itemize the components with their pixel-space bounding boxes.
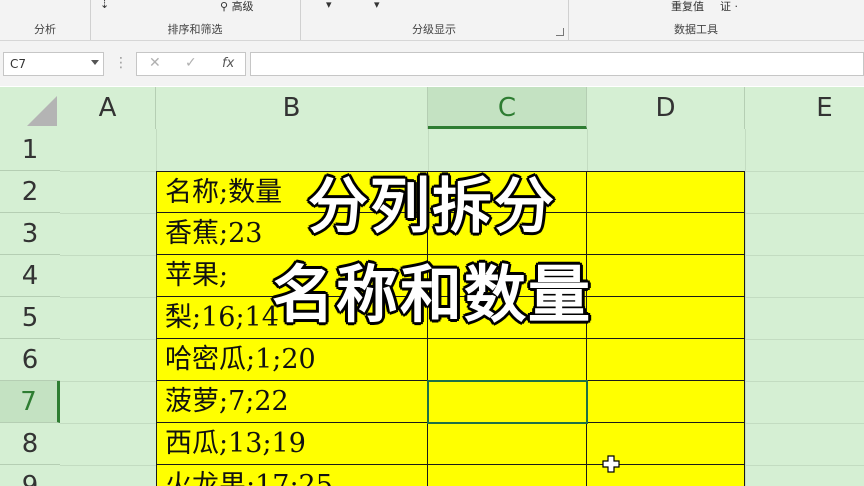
ribbon-group-label: 分析: [34, 23, 56, 36]
video-caption-line-1: 分列拆分: [307, 171, 556, 243]
cell-c8[interactable]: [428, 423, 587, 465]
cell-value: 西瓜;13;19: [165, 428, 306, 459]
data-validation-button[interactable]: 证 ·: [720, 0, 738, 14]
chevron-down-icon[interactable]: [91, 60, 99, 65]
remove-duplicates-button[interactable]: 重复值: [671, 0, 704, 14]
cell-b7[interactable]: 菠萝;7;22: [156, 381, 428, 423]
cell-select-cursor-icon: [602, 455, 620, 473]
ribbon-group-data-tools: 重复值 证 · 数据工具: [568, 0, 864, 40]
ungroup-dropdown-icon[interactable]: ▾: [374, 0, 380, 11]
row-header-8[interactable]: 8: [0, 423, 60, 465]
column-header-b[interactable]: B: [156, 87, 428, 129]
cell-d6[interactable]: [587, 339, 745, 381]
row-header-7[interactable]: 7: [0, 381, 60, 423]
group-dropdown-icon[interactable]: ▾: [326, 0, 332, 11]
row-header-6[interactable]: 6: [0, 339, 60, 381]
cell-d7[interactable]: [587, 381, 745, 423]
column-header-d[interactable]: D: [587, 87, 745, 129]
name-box[interactable]: C7: [3, 52, 104, 76]
cell-b8[interactable]: 西瓜;13;19: [156, 423, 428, 465]
ribbon-group-label: 分级显示: [412, 23, 456, 36]
advanced-filter-label: 高级: [231, 0, 254, 13]
cell-c6[interactable]: [428, 339, 587, 381]
name-box-value: C7: [10, 57, 27, 71]
ribbon-group-analysis: ⇣ 分析: [0, 0, 109, 40]
active-cell-border[interactable]: [427, 380, 588, 424]
ribbon-group-outline: ▾ ▾ 分级显示: [300, 0, 569, 40]
ribbon: ⇣ 分析 ⚲ 高级 排序和筛选 ▾ ▾ 分级显示 重复值 证 · 数据工具: [0, 0, 864, 41]
filter-icon: ⚲: [220, 0, 229, 13]
column-header-a[interactable]: A: [60, 87, 156, 129]
row-header-9[interactable]: 9: [0, 465, 60, 486]
cell-b6[interactable]: 哈密瓜;1;20: [156, 339, 428, 381]
video-caption-line-2: 名称和数量: [271, 257, 592, 332]
cell-value: 哈密瓜;1;20: [165, 344, 316, 375]
cell-value: 菠萝;7;22: [165, 386, 289, 417]
ribbon-group-sort-filter: ⚲ 高级 排序和筛选: [90, 0, 301, 40]
cell-c9[interactable]: [428, 465, 587, 486]
insert-function-icon[interactable]: fx: [222, 56, 234, 71]
select-all-button[interactable]: [0, 87, 60, 129]
ribbon-group-label: 数据工具: [674, 23, 718, 36]
splitter-handle[interactable]: ⋮: [114, 55, 128, 71]
enter-icon[interactable]: ✓: [185, 55, 197, 71]
advanced-filter-button[interactable]: ⚲ 高级: [220, 0, 254, 14]
cell-value: 火龙果;17;25: [165, 470, 333, 486]
formula-bar: C7 ⋮ ✕ ✓ fx: [0, 41, 864, 86]
ribbon-group-label: 排序和筛选: [167, 23, 223, 36]
column-header-c[interactable]: C: [428, 87, 587, 129]
column-header-e[interactable]: E: [745, 87, 864, 129]
cancel-icon[interactable]: ✕: [149, 55, 161, 71]
dialog-launcher-icon[interactable]: [556, 28, 564, 36]
cell-b9[interactable]: 火龙果;17;25: [156, 465, 428, 486]
select-all-triangle-icon: [27, 96, 57, 126]
formula-input[interactable]: [250, 52, 864, 76]
formula-buttons: ✕ ✓ fx: [136, 52, 246, 76]
